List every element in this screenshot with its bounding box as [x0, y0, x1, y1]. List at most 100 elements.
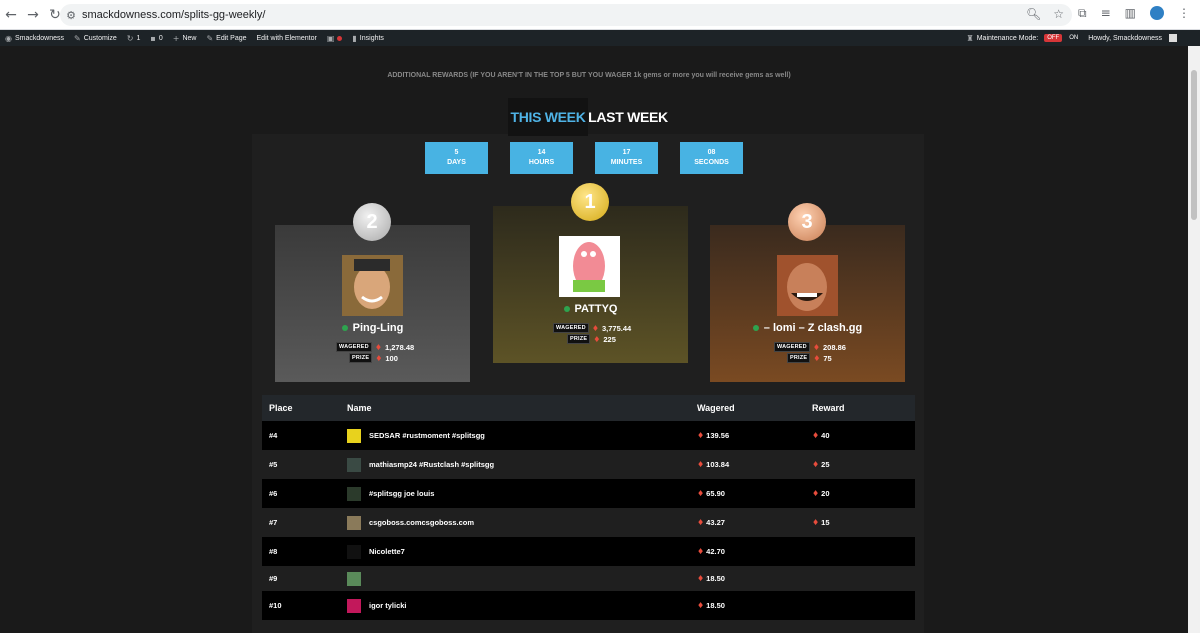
address-bar[interactable]: ⚙ smackdowness.com/splits-gg-weekly/ 🔍︎ …: [60, 4, 1072, 26]
maintenance-off-toggle[interactable]: OFF: [1044, 34, 1063, 42]
yoast-icon: ▣: [326, 33, 335, 43]
maintenance-on-toggle[interactable]: ON: [1069, 35, 1078, 41]
howdy-label: Howdy, Smackdowness: [1088, 34, 1162, 42]
row-place: #9: [269, 574, 278, 583]
admin-updates-link[interactable]: ↻ 1: [122, 34, 146, 43]
row-place: #5: [269, 460, 278, 469]
insights-label: Insights: [359, 34, 384, 42]
updates-icon: ↻: [126, 33, 134, 43]
hours-value: 14: [537, 149, 546, 156]
gem-icon: ♦: [697, 574, 705, 583]
tab-this-week[interactable]: THIS WEEK: [508, 98, 588, 136]
admin-site-link[interactable]: ◉ Smackdowness: [0, 34, 69, 43]
header-reward: Reward: [812, 403, 845, 413]
days-value: 5: [454, 149, 459, 156]
row-reward-cell: ♦ 40: [812, 431, 915, 440]
gem-icon: ♦: [812, 518, 820, 527]
prize-stat-first: PRIZE ♦ 225: [567, 334, 616, 344]
row-avatar: [347, 457, 361, 472]
page-scrollbar[interactable]: [1188, 46, 1200, 633]
status-dot-icon: [337, 35, 343, 41]
gem-icon: ♦: [812, 489, 820, 498]
wagered-label: WAGERED: [774, 342, 810, 352]
gem-icon: ♦: [697, 460, 705, 469]
row-wagered: 43.27: [706, 518, 725, 527]
countdown-minutes: 17 MINUTES: [595, 142, 658, 174]
row-wagered-cell: ♦ 42.70: [697, 547, 812, 556]
online-status-icon: [563, 306, 570, 313]
site-info-icon[interactable]: ⚙: [60, 9, 82, 22]
rewards-notice: ADDITIONAL REWARDS (IF YOU AREN'T IN THE…: [387, 72, 791, 79]
row-place: #8: [269, 547, 278, 556]
countdown-hours: 14 HOURS: [510, 142, 573, 174]
row-wagered: 65.90: [706, 489, 725, 498]
silver-medal-icon: 2: [353, 203, 391, 241]
maintenance-mode[interactable]: ♜ Maintenance Mode: OFF ON: [962, 34, 1084, 43]
admin-comments-link[interactable]: ▪ 0: [145, 34, 167, 43]
dashboard-icon: ◉: [5, 33, 12, 43]
row-name: SEDSAR #rustmoment #splitsgg: [369, 431, 485, 440]
player-name-first: PATTYQ: [493, 303, 688, 315]
row-name: csgoboss.comcsgoboss.com: [369, 518, 475, 527]
row-place: #7: [269, 518, 278, 527]
side-panel-icon[interactable]: ▥: [1125, 6, 1136, 21]
wagered-stat-first: WAGERED ♦ 3,775.44: [553, 323, 631, 333]
brush-icon: ✎: [74, 33, 81, 43]
prize-value: 75: [823, 353, 832, 363]
scrollbar-thumb[interactable]: [1191, 70, 1197, 220]
back-button[interactable]: ←: [0, 4, 22, 26]
row-avatar: [347, 544, 361, 559]
row-wagered-cell: ♦ 65.90: [697, 489, 812, 498]
row-name: mathiasmp24 #Rustclash #splitsgg: [369, 460, 495, 469]
reading-list-icon[interactable]: ≡: [1101, 6, 1111, 21]
row-avatar: [347, 571, 361, 586]
admin-new-link[interactable]: + New: [168, 34, 202, 43]
wagered-label: WAGERED: [553, 323, 589, 333]
zoom-icon[interactable]: 🔍︎: [1026, 7, 1041, 21]
player-name-text: – lomi – Z clash.gg: [763, 322, 863, 334]
row-wagered: 103.84: [706, 460, 730, 469]
row-wagered-cell: ♦ 139.56: [697, 431, 812, 440]
row-name-cell: Nicolette7: [347, 544, 697, 559]
extensions-icon[interactable]: ⧉: [1078, 6, 1087, 21]
menu-kebab-icon[interactable]: ⋮: [1178, 6, 1190, 21]
player-avatar-second: [342, 255, 403, 316]
row-reward: 15: [821, 518, 830, 527]
admin-customize-link[interactable]: ✎ Customize: [69, 34, 122, 43]
player-avatar-third: [777, 255, 838, 316]
row-name-cell: csgoboss.comcsgoboss.com: [347, 515, 697, 530]
prize-stat-second: PRIZE ♦ 100: [349, 353, 398, 363]
pencil-icon: ✎: [206, 33, 214, 43]
online-status-icon: [341, 325, 348, 332]
gem-icon: ♦: [697, 431, 705, 440]
tab-last-week[interactable]: LAST WEEK: [588, 98, 668, 136]
row-wagered-cell: ♦ 43.27: [697, 518, 812, 527]
profile-avatar[interactable]: [1150, 6, 1164, 20]
row-reward-cell: ♦ 25: [812, 460, 915, 469]
table-row: #10 igor tylicki ♦ 18.50: [262, 591, 915, 620]
gem-icon: ♦: [593, 334, 601, 344]
admin-elementor-link[interactable]: Edit with Elementor: [252, 35, 322, 42]
player-name-text: PATTYQ: [574, 303, 618, 315]
player-name-second: Ping-Ling: [275, 322, 470, 334]
row-name: #splitsgg joe louis: [369, 489, 435, 498]
wagered-value: 1,278.48: [385, 342, 415, 352]
url-text: smackdowness.com/splits-gg-weekly/: [82, 9, 266, 21]
gem-icon: ♦: [697, 547, 705, 556]
site-name: Smackdowness: [14, 34, 65, 42]
admin-edit-page-link[interactable]: ✎ Edit Page: [201, 34, 251, 43]
row-wagered: 42.70: [706, 547, 725, 556]
plus-icon: +: [172, 33, 180, 43]
admin-plugin-icons[interactable]: ▣: [322, 34, 348, 43]
gem-icon: ♦: [591, 323, 599, 333]
prize-label: PRIZE: [349, 353, 373, 363]
admin-account-menu[interactable]: Howdy, Smackdowness: [1083, 34, 1182, 42]
new-label: New: [182, 34, 197, 42]
table-row: #7 csgoboss.comcsgoboss.com ♦ 43.27 ♦ 15: [262, 508, 915, 537]
bookmark-star-icon[interactable]: ☆: [1053, 7, 1064, 21]
header-name: Name: [347, 403, 372, 413]
forward-button[interactable]: →: [22, 4, 44, 26]
leaderboard-table: Place Name Wagered Reward #4 SEDSAR #rust…: [262, 395, 915, 620]
hours-unit: HOURS: [528, 159, 555, 166]
admin-insights-link[interactable]: ▮ Insights: [347, 34, 389, 43]
